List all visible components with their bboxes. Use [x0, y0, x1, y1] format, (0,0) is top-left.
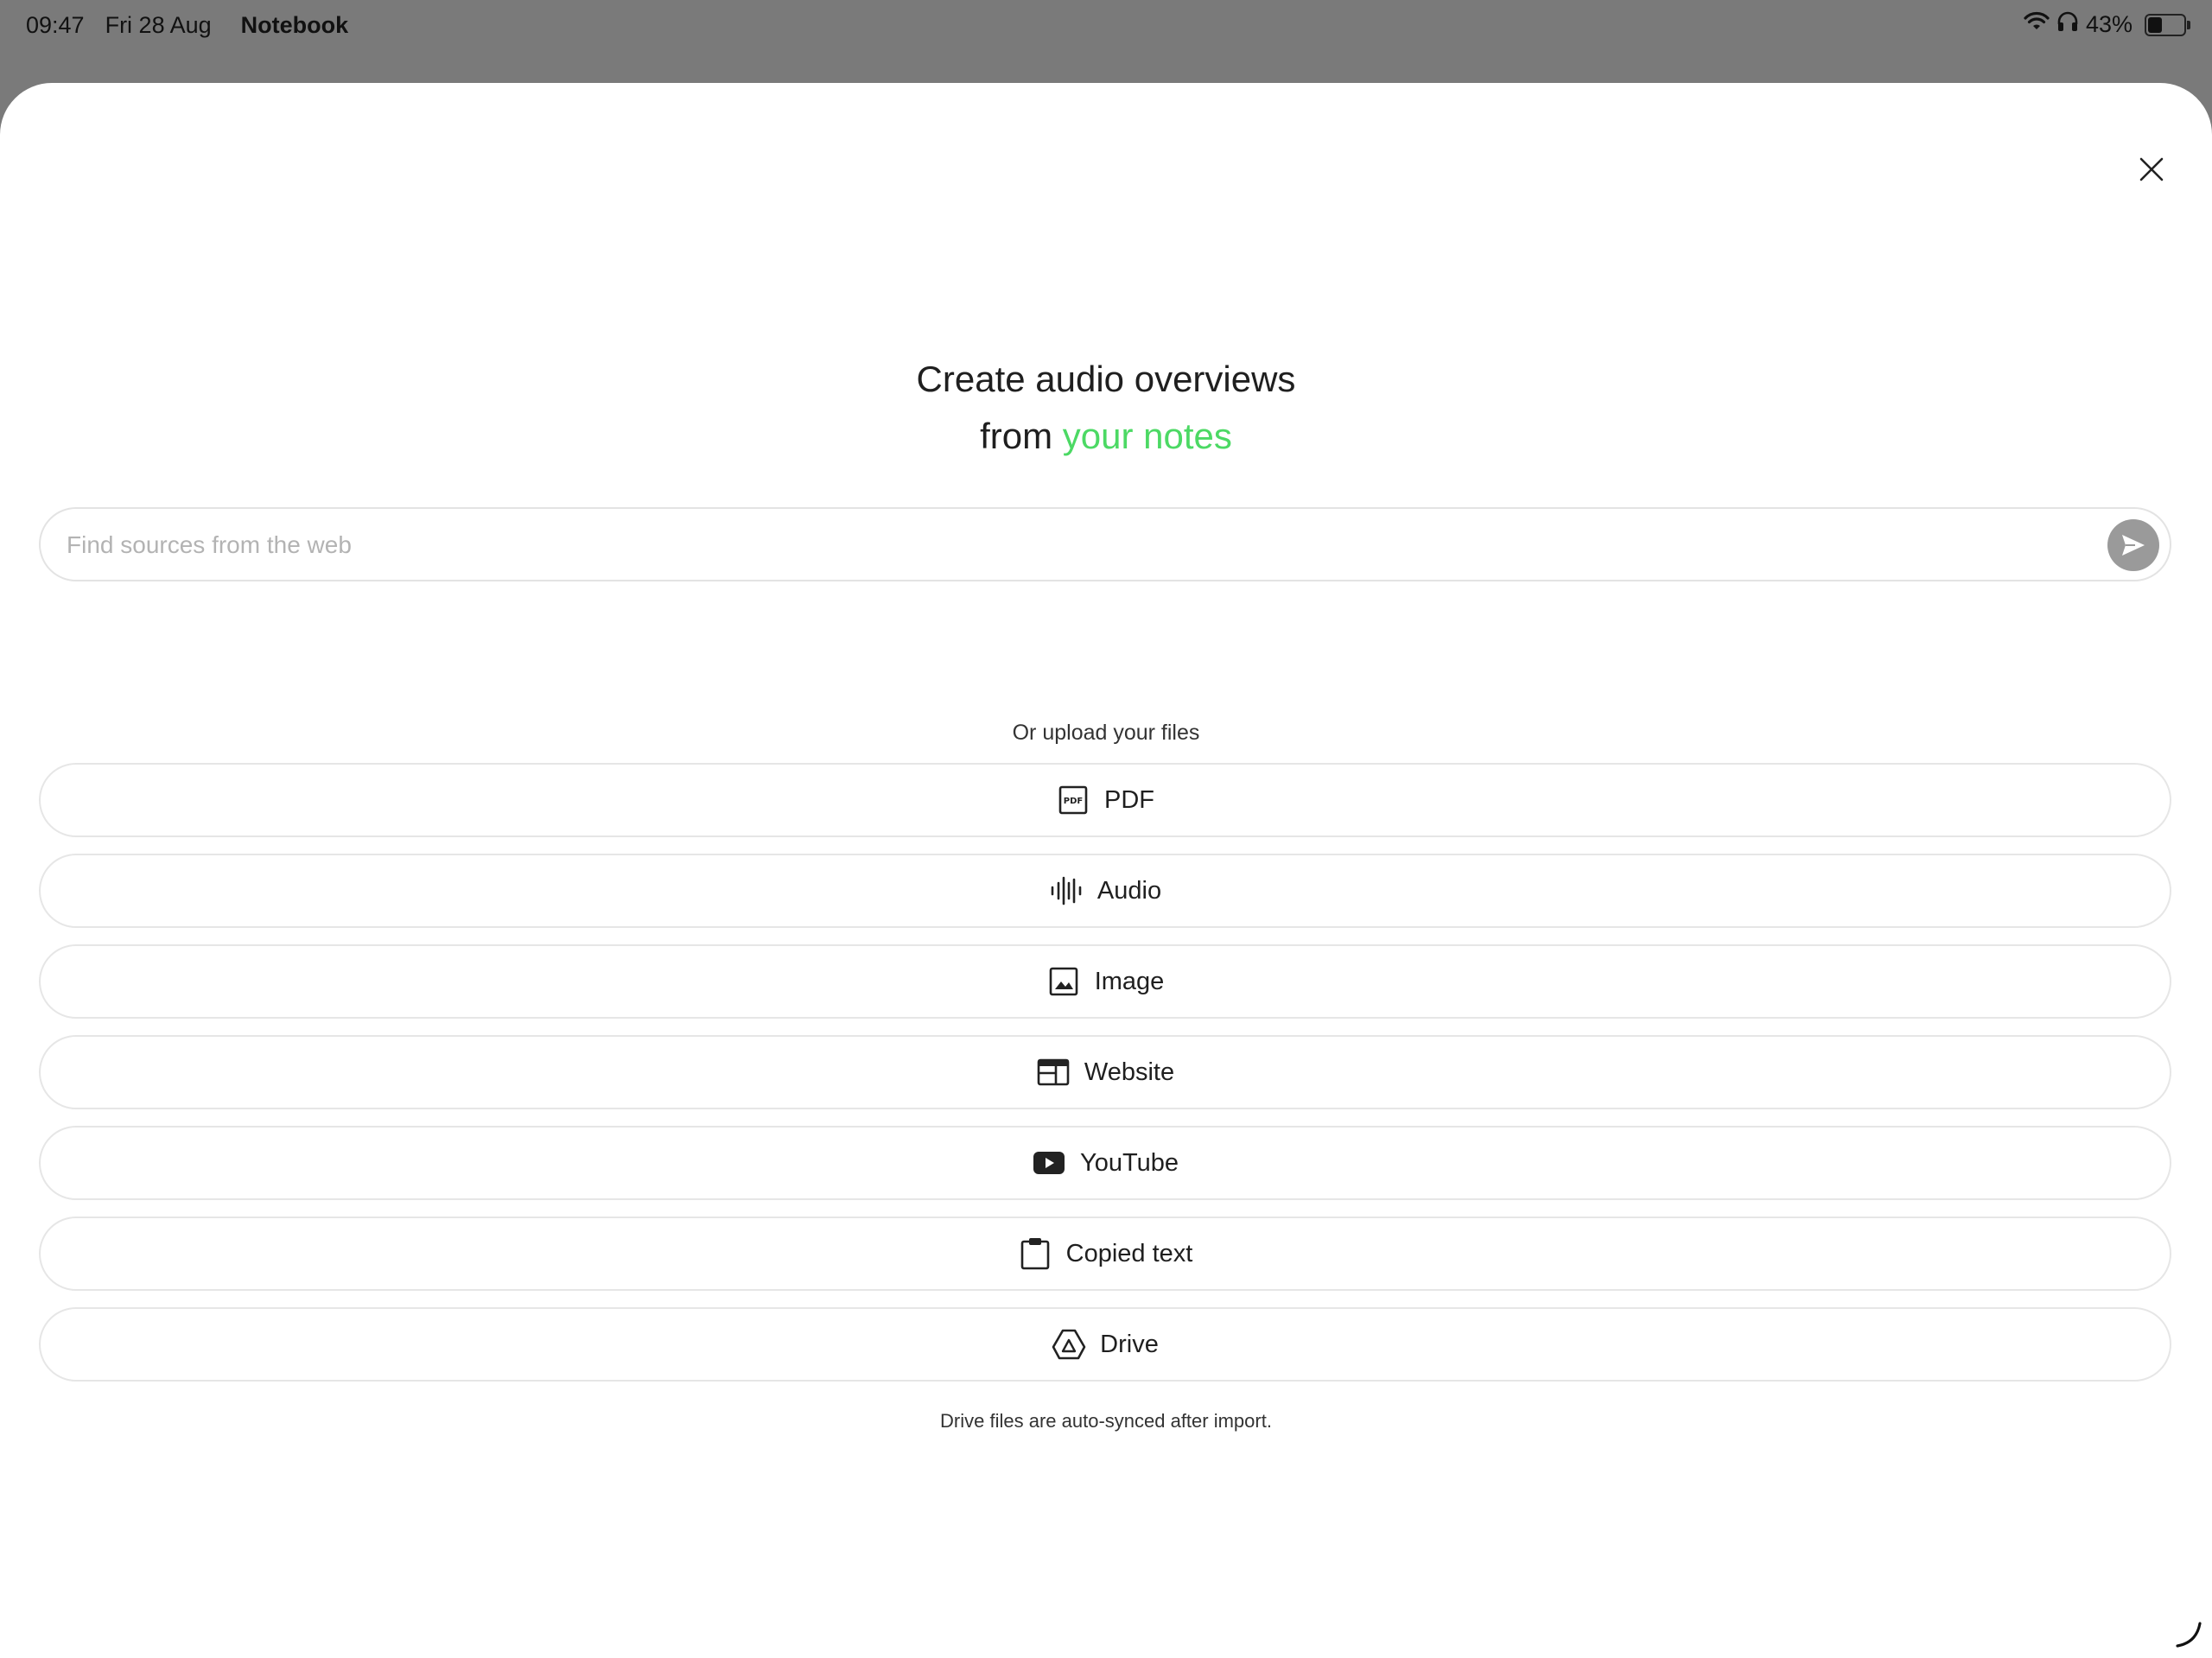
upload-label: Or upload your files: [1012, 721, 1200, 745]
upload-audio-button[interactable]: Audio: [39, 854, 2171, 928]
option-label: Image: [1094, 967, 1165, 995]
web-search-input[interactable]: [65, 509, 2073, 581]
headline-line-1: Create audio overviews: [916, 359, 1296, 399]
upload-website-button[interactable]: Website: [39, 1035, 2171, 1109]
page-title: Create audio overviews from your notes: [0, 351, 2212, 465]
close-icon: [2139, 157, 2164, 181]
upload-drive-button[interactable]: Drive: [39, 1307, 2171, 1382]
youtube-icon: [1032, 1146, 1066, 1180]
option-label: Copied text: [1065, 1239, 1193, 1267]
status-left: 09:47 Fri 28 Aug Notebook: [26, 12, 348, 39]
send-icon: [2122, 535, 2145, 556]
status-bar: 09:47 Fri 28 Aug Notebook 43%: [0, 0, 2212, 83]
web-search-box: [39, 507, 2171, 581]
status-date: Fri 28 Aug: [105, 12, 212, 38]
close-button[interactable]: [2126, 143, 2177, 195]
upload-pdf-button[interactable]: PDF PDF: [39, 763, 2171, 837]
battery-percent: 43%: [2085, 11, 2133, 37]
pdf-icon: PDF: [1056, 783, 1090, 817]
upload-youtube-button[interactable]: YouTube: [39, 1126, 2171, 1200]
option-label: PDF: [1104, 785, 1154, 814]
headline-line-2: from your notes: [0, 408, 2212, 465]
upload-options: PDF PDF Audio Image Website YouTube Copi…: [39, 763, 2171, 1398]
option-label: YouTube: [1080, 1148, 1179, 1177]
clipboard-icon: [1018, 1236, 1052, 1271]
drive-icon: [1052, 1327, 1086, 1362]
battery-fill: [2148, 16, 2162, 33]
upload-image-button[interactable]: Image: [39, 944, 2171, 1019]
audio-waveform-icon: [1049, 873, 1084, 908]
headline-accent: your notes: [1062, 416, 1232, 456]
svg-text:PDF: PDF: [1064, 797, 1083, 806]
website-icon: [1036, 1055, 1071, 1089]
upload-copied-text-button[interactable]: Copied text: [39, 1217, 2171, 1291]
headphones-icon: [2056, 10, 2079, 39]
status-right: 43%: [2024, 10, 2190, 39]
battery-icon: [2145, 13, 2190, 36]
drive-sync-note: Drive files are auto-synced after import…: [940, 1410, 1272, 1432]
add-sources-sheet: Create audio overviews from your notes O…: [0, 83, 2212, 1658]
send-button[interactable]: [2107, 519, 2159, 571]
option-label: Drive: [1100, 1330, 1159, 1358]
status-time: 09:47: [26, 12, 85, 38]
resize-handle-icon[interactable]: [2172, 1618, 2203, 1649]
app-name: Notebook: [240, 12, 349, 38]
option-label: Website: [1084, 1058, 1175, 1086]
wifi-icon: [2024, 11, 2050, 38]
image-icon: [1046, 964, 1081, 999]
option-label: Audio: [1096, 876, 1162, 905]
headline-prefix: from: [980, 416, 1053, 456]
